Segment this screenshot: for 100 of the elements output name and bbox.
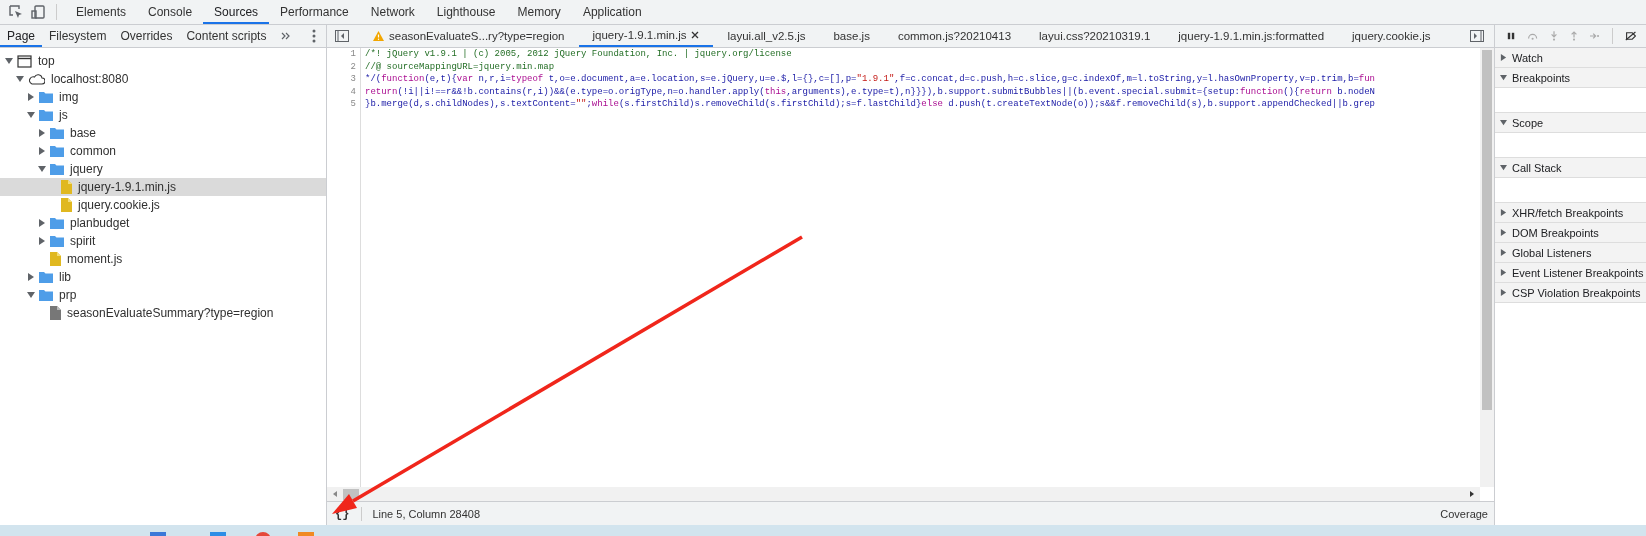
pane-header[interactable]: DOM Breakpoints (1495, 223, 1646, 243)
collapsed-arrow-icon[interactable] (27, 273, 35, 281)
expanded-arrow-icon[interactable] (38, 165, 46, 173)
line-number: 1 (349, 48, 356, 61)
tree-item[interactable]: lib (0, 268, 326, 286)
collapsed-arrow-icon[interactable] (38, 129, 46, 137)
panel-tab[interactable]: Application (571, 0, 653, 24)
code-line: //@ sourceMappingURL=jquery.min.map (365, 60, 556, 73)
folder-icon (50, 217, 64, 229)
collapsed-arrow-icon (1500, 289, 1507, 296)
tab-label: jquery.cookie.js (1352, 30, 1431, 42)
folder-icon (39, 289, 53, 301)
expanded-arrow-icon[interactable] (27, 111, 35, 119)
tree-item[interactable]: jquery (0, 160, 326, 178)
navigator-tab[interactable]: Page (0, 25, 43, 47)
device-icon[interactable] (30, 4, 46, 20)
tree-label: spirit (70, 234, 96, 248)
sidebar-toggle-icon[interactable] (335, 30, 349, 42)
tree-label: seasonEvaluateSummary?type=region (67, 306, 274, 320)
tree-item[interactable]: jquery.cookie.js (0, 196, 326, 214)
line-number: 2 (349, 60, 356, 73)
tree-label: moment.js (67, 252, 123, 266)
tree-label: lib (59, 270, 71, 284)
tree-item[interactable]: spirit (0, 232, 326, 250)
cloud-icon (28, 73, 45, 85)
panel-tab[interactable]: Performance (269, 0, 360, 24)
pane-header[interactable]: XHR/fetch Breakpoints (1495, 203, 1646, 223)
tree-item[interactable]: img (0, 88, 326, 106)
file-icon (61, 180, 72, 194)
expanded-arrow-icon[interactable] (5, 57, 13, 65)
expanded-arrow-icon (1500, 119, 1507, 126)
file-tab[interactable]: jquery-1.9.1.min.js (578, 25, 714, 47)
deactivate-breakpoints-icon[interactable] (1624, 30, 1636, 42)
file-tab[interactable]: base.js (819, 25, 884, 47)
file-tab[interactable]: layui.all_v2.5.js (713, 25, 820, 47)
folder-icon (50, 145, 64, 157)
collapsed-arrow-icon[interactable] (38, 237, 46, 245)
tree-item[interactable]: js (0, 106, 326, 124)
tree-label: img (59, 90, 79, 104)
pause-icon[interactable] (1507, 31, 1516, 41)
scroll-left-icon[interactable] (331, 490, 339, 498)
scroll-thumb[interactable] (1482, 50, 1492, 410)
tree-item[interactable]: localhost:8080 (0, 70, 326, 88)
more-options-icon[interactable] (312, 29, 316, 43)
tree-item[interactable]: jquery-1.9.1.min.js (0, 178, 326, 196)
collapsed-arrow-icon[interactable] (27, 93, 35, 101)
navigator-tab[interactable]: Content scripts (179, 25, 274, 47)
sidebar-toggle-icon[interactable] (1470, 30, 1484, 42)
file-tab[interactable]: jquery-1.9.1.min.js:formatted (1164, 25, 1339, 47)
scrollbar[interactable] (1480, 48, 1494, 487)
file-icon (50, 306, 61, 320)
pane-header[interactable]: CSP Violation Breakpoints (1495, 283, 1646, 303)
tree-label: common (70, 144, 116, 158)
panel-tab[interactable]: Console (137, 0, 204, 24)
scrollbar[interactable] (327, 487, 1480, 501)
navigator-tab[interactable]: Overrides (113, 25, 180, 47)
frame-icon (17, 54, 32, 68)
tree-item[interactable]: planbudget (0, 214, 326, 232)
tab-label: base.js (833, 30, 870, 42)
tree-item[interactable]: prp (0, 286, 326, 304)
tab-label: layui.css?20210319.1 (1039, 30, 1151, 42)
inspect-icon[interactable] (8, 4, 24, 20)
file-tab[interactable]: layui.css?20210319.1 (1025, 25, 1165, 47)
scroll-right-icon[interactable] (1468, 490, 1476, 498)
panel-tab[interactable]: Memory (506, 0, 572, 24)
panel-tab[interactable]: Lighthouse (425, 0, 507, 24)
expanded-arrow-icon[interactable] (27, 291, 35, 299)
file-tab[interactable]: seasonEvaluateS...ry?type=region (359, 25, 579, 47)
file-tab[interactable]: common.js?20210413 (883, 25, 1026, 47)
collapsed-arrow-icon[interactable] (38, 219, 46, 227)
collapsed-arrow-icon[interactable] (38, 147, 46, 155)
expanded-arrow-icon[interactable] (16, 75, 24, 83)
tree-label: jquery-1.9.1.min.js (78, 180, 177, 194)
folder-icon (50, 163, 64, 175)
navigator-tab[interactable]: Filesystem (42, 25, 114, 47)
file-icon (50, 252, 61, 266)
pane-header[interactable]: Breakpoints (1495, 68, 1646, 88)
tree-label: jquery (70, 162, 103, 176)
tree-item[interactable]: top (0, 52, 326, 70)
panel-tab[interactable]: Network (359, 0, 426, 24)
coverage-label: Coverage (1440, 507, 1488, 520)
pane-header[interactable]: Event Listener Breakpoints (1495, 263, 1646, 283)
pane-header[interactable]: Call Stack (1495, 158, 1646, 178)
tree-item[interactable]: seasonEvaluateSummary?type=region (0, 304, 326, 322)
tree-label: top (38, 54, 55, 68)
folder-icon (39, 109, 53, 121)
code-line: */(function(e,t){var n,r,i=typeof t,o=e.document,a=e.location,s=e.jQuery,u=e.$,l={},c=[],p="1.9.1",f=c.concat,d=c.push,h=c.slice,g=c.indexOf,m=l.toString,y=l.hasOwnProperty,v=p.trim,b=fun (365, 73, 1375, 86)
code-line: /*! jQuery v1.9.1 | (c) 2005, 2012 jQuery Foundation, Inc. | jquery.org/license (365, 48, 793, 61)
tree-item[interactable]: common (0, 142, 326, 160)
pane-header[interactable]: Watch (1495, 48, 1646, 68)
panel-tab[interactable]: Elements (65, 0, 138, 24)
tree-label: jquery.cookie.js (78, 198, 160, 212)
pane-header[interactable]: Global Listeners (1495, 243, 1646, 263)
close-icon[interactable] (691, 31, 700, 39)
tab-label: seasonEvaluateS...ry?type=region (389, 30, 565, 42)
more-tabs-icon[interactable] (281, 32, 292, 40)
tree-item[interactable]: moment.js (0, 250, 326, 268)
tree-item[interactable]: base (0, 124, 326, 142)
file-tab[interactable]: jquery.cookie.js (1338, 25, 1445, 47)
pane-header[interactable]: Scope (1495, 113, 1646, 133)
